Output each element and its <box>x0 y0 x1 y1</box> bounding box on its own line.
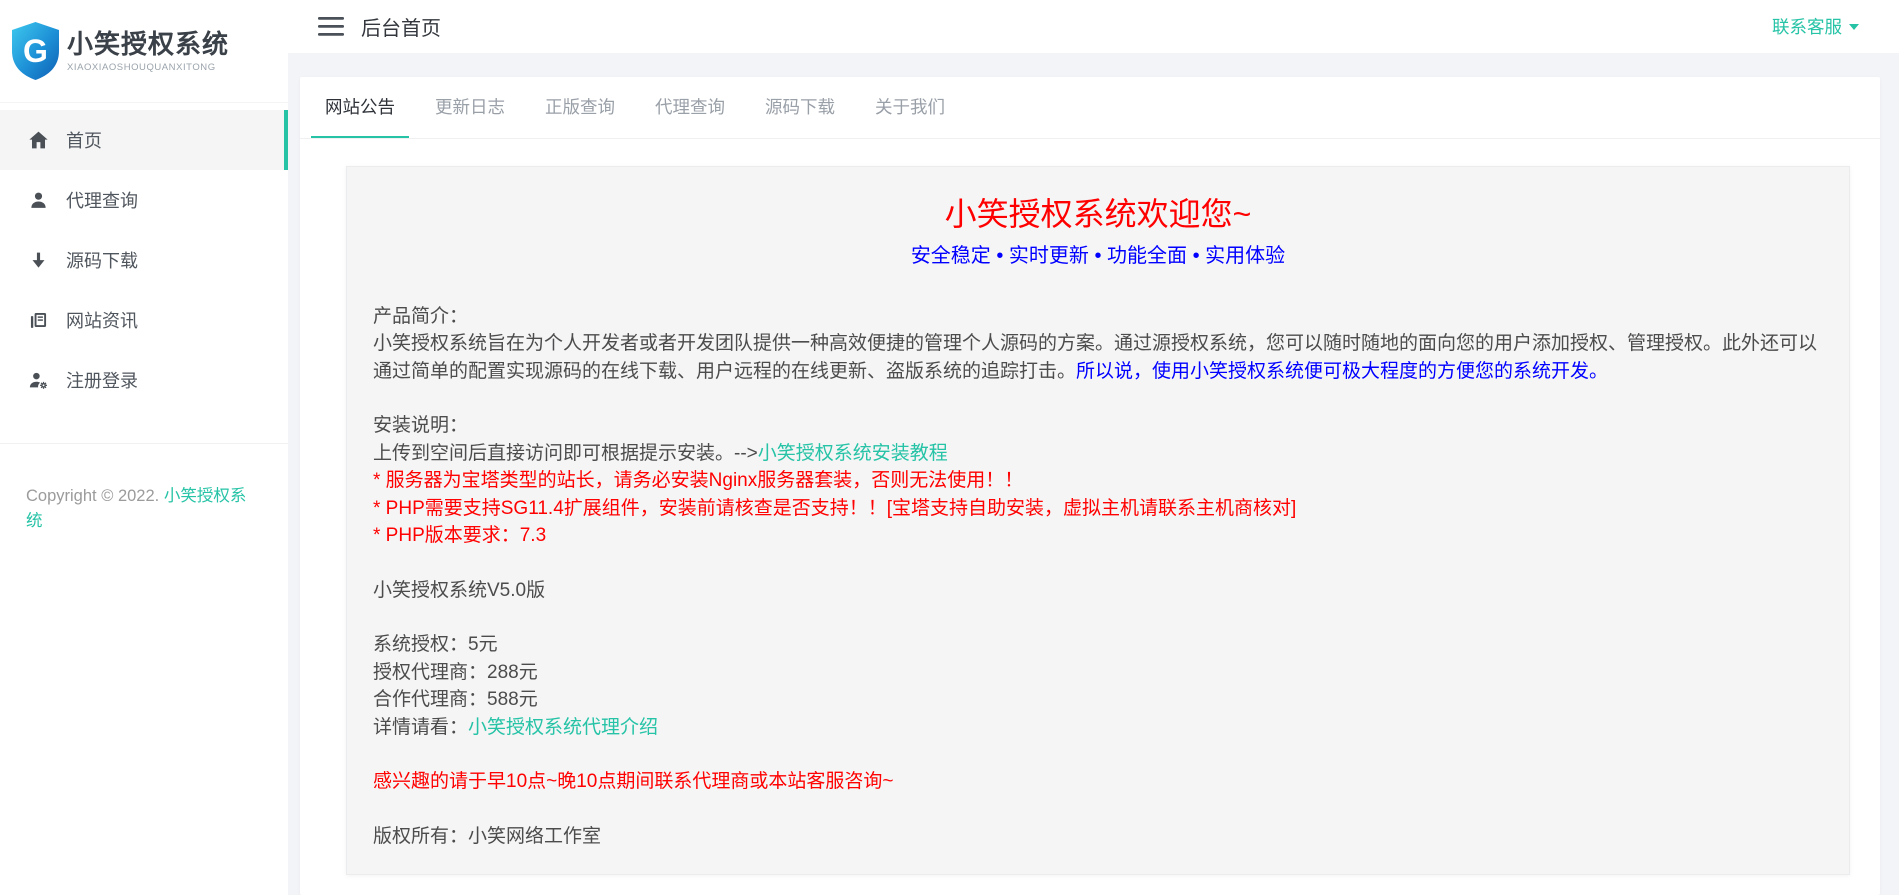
sidebar-item-label: 网站资讯 <box>66 307 138 333</box>
announcement-title: 小笑授权系统欢迎您~ <box>373 193 1823 235</box>
sidebar-item-home[interactable]: 首页 <box>0 110 288 170</box>
install-instruction: 上传到空间后直接访问即可根据提示安装。-->小笑授权系统安装教程 <box>373 440 1823 468</box>
user-icon <box>28 190 49 211</box>
sidebar-item-label: 注册登录 <box>66 367 138 393</box>
sidebar: G 小笑授权系统 XIAOXIAOSHOUQUANXITONG 首页 代理查询 … <box>0 0 288 895</box>
install-heading: 安装说明： <box>373 412 1823 440</box>
version-line: 小笑授权系统V5.0版 <box>373 577 1823 605</box>
contact-service-label: 联系客服 <box>1772 14 1842 39</box>
sidebar-copyright: Copyright © 2022. 小笑授权系统 <box>0 444 288 534</box>
warning-nginx: * 服务器为宝塔类型的站长，请务必安装Nginx服务器套装，否则无法使用！！ <box>373 467 1823 495</box>
sidebar-item-label: 代理查询 <box>66 187 138 213</box>
tab-agent-query[interactable]: 代理查询 <box>641 77 739 138</box>
tab-update-log[interactable]: 更新日志 <box>421 77 519 138</box>
announcement-subtitle: 安全稳定 • 实时更新 • 功能全面 • 实用体验 <box>373 243 1823 269</box>
register-icon <box>28 370 49 391</box>
warning-sg11: * PHP需要支持SG11.4扩展组件，安装前请核查是否支持！！[宝塔支持自助安… <box>373 495 1823 523</box>
svg-text:G: G <box>23 33 48 69</box>
product-intro-highlight: 所以说，使用小笑授权系统便可极大程度的方便您的系统开发。 <box>1076 361 1608 382</box>
brand-title: 小笑授权系统 <box>67 29 229 59</box>
warning-php-version: * PHP版本要求：7.3 <box>373 522 1823 550</box>
topbar: 后台首页 联系客服 <box>288 0 1899 53</box>
news-icon <box>28 310 49 331</box>
install-tutorial-link[interactable]: 小笑授权系统安装教程 <box>758 443 948 464</box>
sidebar-item-label: 源码下载 <box>66 247 138 273</box>
agent-intro-link[interactable]: 小笑授权系统代理介绍 <box>468 717 658 738</box>
tab-content: 小笑授权系统欢迎您~ 安全稳定 • 实时更新 • 功能全面 • 实用体验 产品简… <box>300 139 1880 895</box>
page: { "colors": { "accent_teal": "#26c3a6", … <box>0 0 1899 895</box>
owner-line: 版权所有：小笑网络工作室 <box>373 823 1823 851</box>
tab-bar: 网站公告 更新日志 正版查询 代理查询 源码下载 关于我们 <box>300 77 1880 139</box>
brand-subtitle: XIAOXIAOSHOUQUANXITONG <box>67 62 229 73</box>
sidebar-item-agent-query[interactable]: 代理查询 <box>0 170 288 230</box>
download-icon <box>28 250 49 271</box>
content-area: 网站公告 更新日志 正版查询 代理查询 源码下载 关于我们 小笑授权系统欢迎您~… <box>288 53 1899 895</box>
price-partner: 合作代理商：588元 <box>373 686 1823 714</box>
install-text: 上传到空间后直接访问即可根据提示安装。--> <box>373 443 758 464</box>
detail-line: 详情请看：小笑授权系统代理介绍 <box>373 714 1823 742</box>
product-intro-paragraph: 小笑授权系统旨在为个人开发者或者开发团队提供一种高效便捷的管理个人源码的方案。通… <box>373 330 1823 385</box>
copyright-text: Copyright © 2022. <box>26 487 164 505</box>
chevron-down-icon <box>1849 24 1859 30</box>
brand-logo: G 小笑授权系统 XIAOXIAOSHOUQUANXITONG <box>0 0 288 103</box>
price-system: 系统授权：5元 <box>373 631 1823 659</box>
tab-source-download[interactable]: 源码下载 <box>751 77 849 138</box>
menu-toggle-icon[interactable] <box>318 17 344 36</box>
contact-notice: 感兴趣的请于早10点~晚10点期间联系代理商或本站客服咨询~ <box>373 768 1823 796</box>
tab-site-announcement[interactable]: 网站公告 <box>311 77 409 138</box>
sidebar-item-label: 首页 <box>66 127 102 153</box>
announcement-box: 小笑授权系统欢迎您~ 安全稳定 • 实时更新 • 功能全面 • 实用体验 产品简… <box>346 166 1850 876</box>
shield-logo-icon: G <box>12 22 59 80</box>
page-title: 后台首页 <box>361 12 441 41</box>
sidebar-item-source-download[interactable]: 源码下载 <box>0 230 288 290</box>
tab-about-us[interactable]: 关于我们 <box>861 77 959 138</box>
tab-genuine-query[interactable]: 正版查询 <box>531 77 629 138</box>
sidebar-item-site-news[interactable]: 网站资讯 <box>0 290 288 350</box>
product-intro-heading: 产品简介： <box>373 303 1823 331</box>
content-card: 网站公告 更新日志 正版查询 代理查询 源码下载 关于我们 小笑授权系统欢迎您~… <box>300 77 1880 895</box>
price-agent: 授权代理商：288元 <box>373 659 1823 687</box>
contact-service-dropdown[interactable]: 联系客服 <box>1772 14 1859 39</box>
main-area: 后台首页 联系客服 网站公告 更新日志 正版查询 代理查询 源码下载 关于我们 … <box>288 0 1899 895</box>
home-icon <box>28 130 49 151</box>
sidebar-item-register-login[interactable]: 注册登录 <box>0 350 288 410</box>
detail-label: 详情请看： <box>373 717 468 738</box>
sidebar-menu: 首页 代理查询 源码下载 网站资讯 <box>0 103 288 410</box>
